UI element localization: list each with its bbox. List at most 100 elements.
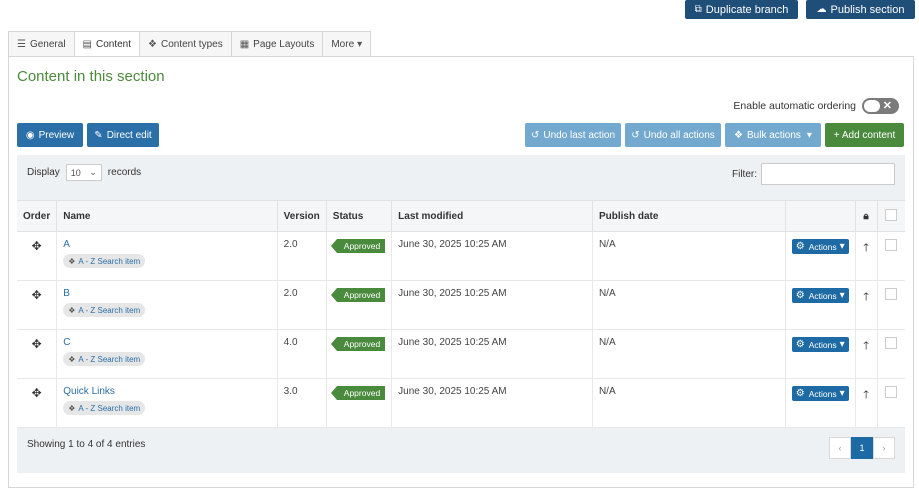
preview-button[interactable]: ◉ Preview xyxy=(17,123,83,147)
arrow-up-icon: 🡑 xyxy=(863,291,869,303)
cubes-icon: ❖ xyxy=(68,305,76,315)
actions-cell: ⚙ Actions ▾ xyxy=(785,329,856,379)
undo-all-label: Undo all actions xyxy=(643,129,715,141)
item-link[interactable]: A xyxy=(63,239,70,250)
move-up-button[interactable]: 🡑 xyxy=(855,280,878,330)
select-cell xyxy=(877,378,905,428)
row-actions-label: Actions xyxy=(808,241,837,252)
tab-content-types[interactable]: ❖ Content types xyxy=(139,31,231,57)
column-header-select xyxy=(877,200,905,232)
column-header-publish-date[interactable]: Publish date xyxy=(592,200,786,232)
caret-down-icon: ▾ xyxy=(839,388,845,399)
move-icon: ✥ xyxy=(31,239,42,253)
lock-icon: 🔒︎ xyxy=(863,210,869,222)
previous-page-button[interactable]: ‹ xyxy=(829,437,851,459)
row-actions-label: Actions xyxy=(808,388,837,399)
status-cell: Approved xyxy=(326,280,393,330)
filter-label: Filter: xyxy=(732,168,757,180)
drag-handle[interactable]: ✥ xyxy=(17,378,58,428)
content-panel: Content in this section Enable automatic… xyxy=(8,56,914,488)
chevron-down-icon: ⌄ xyxy=(89,167,97,177)
column-header-last-modified[interactable]: Last modified xyxy=(391,200,593,232)
tab-general[interactable]: ☰ General xyxy=(8,31,74,57)
move-up-button[interactable]: 🡑 xyxy=(855,378,878,428)
actions-cell: ⚙ Actions ▾ xyxy=(785,231,856,281)
row-checkbox[interactable] xyxy=(885,239,898,251)
column-header-status[interactable]: Status xyxy=(326,200,393,232)
row-checkbox[interactable] xyxy=(885,288,898,300)
cubes-icon: ❖ xyxy=(734,129,743,141)
add-content-button[interactable]: + Add content xyxy=(825,123,904,147)
records-select-value: 10 xyxy=(70,167,81,178)
direct-edit-button[interactable]: ✎ Direct edit xyxy=(87,123,159,147)
row-actions-button[interactable]: ⚙ Actions ▾ xyxy=(791,239,849,254)
move-icon: ✥ xyxy=(31,288,42,302)
column-header-lock: 🔒︎ xyxy=(855,200,878,232)
row-actions-button[interactable]: ⚙ Actions ▾ xyxy=(791,337,849,352)
duplicate-branch-button[interactable]: ⧉ Duplicate branch xyxy=(685,0,798,19)
tab-page-layouts[interactable]: ▦ Page Layouts xyxy=(230,31,323,57)
drag-handle[interactable]: ✥ xyxy=(17,280,58,330)
select-all-checkbox[interactable] xyxy=(885,208,898,221)
records-label: records xyxy=(107,167,142,178)
item-link[interactable]: B xyxy=(63,288,70,299)
cloud-upload-icon: ☁ xyxy=(816,4,827,15)
toolbar-right: ↺ Undo last action ↺ Undo all actions ❖ … xyxy=(525,123,904,147)
duplicate-branch-label: Duplicate branch xyxy=(705,3,789,16)
move-icon: ✥ xyxy=(31,386,42,400)
name-cell: A ❖ A - Z Search item xyxy=(56,231,278,281)
row-actions-button[interactable]: ⚙ Actions ▾ xyxy=(791,386,849,401)
tab-page-layouts-label: Page Layouts xyxy=(253,38,315,50)
undo-icon: ↺ xyxy=(631,129,640,141)
records-select[interactable]: 10 ⌄ xyxy=(65,164,102,181)
move-up-button[interactable]: 🡑 xyxy=(855,231,878,281)
name-cell: B ❖ A - Z Search item xyxy=(56,280,278,330)
column-header-order[interactable]: Order xyxy=(17,200,58,232)
drag-handle[interactable]: ✥ xyxy=(17,231,58,281)
arrow-up-icon: 🡑 xyxy=(863,389,869,401)
tab-more[interactable]: More ▾ xyxy=(322,31,372,57)
page-button-current[interactable]: 1 xyxy=(851,437,873,459)
content-type-label: A - Z Search item xyxy=(78,354,141,364)
item-link[interactable]: Quick Links xyxy=(63,386,115,397)
publish-section-label: Publish section xyxy=(830,3,905,16)
layout-icon: ▦ xyxy=(239,38,250,50)
row-checkbox[interactable] xyxy=(885,337,898,349)
content-table: Order Name Version Status Last modified … xyxy=(17,200,905,428)
publish-cell: N/A xyxy=(592,231,786,281)
publish-section-button[interactable]: ☁ Publish section xyxy=(806,0,915,19)
pagination: ‹ 1 › xyxy=(829,437,895,459)
modified-cell: June 30, 2025 10:25 AM xyxy=(391,329,593,379)
gear-icon: ⚙ xyxy=(795,339,805,350)
bulk-actions-button[interactable]: ❖ Bulk actions ▾ xyxy=(725,123,821,147)
gear-icon: ⚙ xyxy=(795,388,805,399)
page-title: Content in this section xyxy=(17,68,165,85)
chevron-right-icon: › xyxy=(882,443,886,453)
row-checkbox[interactable] xyxy=(885,386,898,398)
entries-info: Showing 1 to 4 of 4 entries xyxy=(27,439,146,450)
column-header-version[interactable]: Version xyxy=(277,200,327,232)
status-badge: Approved xyxy=(330,239,386,253)
content-type-badge: ❖ A - Z Search item xyxy=(63,303,146,317)
auto-ordering-toggle[interactable]: ✕ xyxy=(862,98,899,114)
records-per-page: Display 10 ⌄ records xyxy=(27,164,141,181)
filter-control: Filter: xyxy=(732,163,895,185)
status-badge: Approved xyxy=(330,386,386,400)
next-page-button[interactable]: › xyxy=(873,437,895,459)
column-header-name[interactable]: Name xyxy=(56,200,278,232)
row-actions-label: Actions xyxy=(808,290,837,301)
tab-content[interactable]: ▤ Content xyxy=(73,31,140,57)
move-up-button[interactable]: 🡑 xyxy=(855,329,878,379)
item-link[interactable]: C xyxy=(63,337,70,348)
name-cell: C ❖ A - Z Search item xyxy=(56,329,278,379)
close-icon: ✕ xyxy=(882,100,892,112)
undo-all-actions-button[interactable]: ↺ Undo all actions xyxy=(625,123,721,147)
tab-content-label: Content xyxy=(96,38,132,50)
drag-handle[interactable]: ✥ xyxy=(17,329,58,379)
auto-ordering-control: Enable automatic ordering ✕ xyxy=(733,98,899,114)
filter-input[interactable] xyxy=(761,163,895,185)
bulk-actions-label: Bulk actions xyxy=(747,129,801,141)
eye-icon: ◉ xyxy=(25,129,35,141)
undo-last-action-button[interactable]: ↺ Undo last action xyxy=(525,123,621,147)
row-actions-button[interactable]: ⚙ Actions ▾ xyxy=(791,288,849,303)
